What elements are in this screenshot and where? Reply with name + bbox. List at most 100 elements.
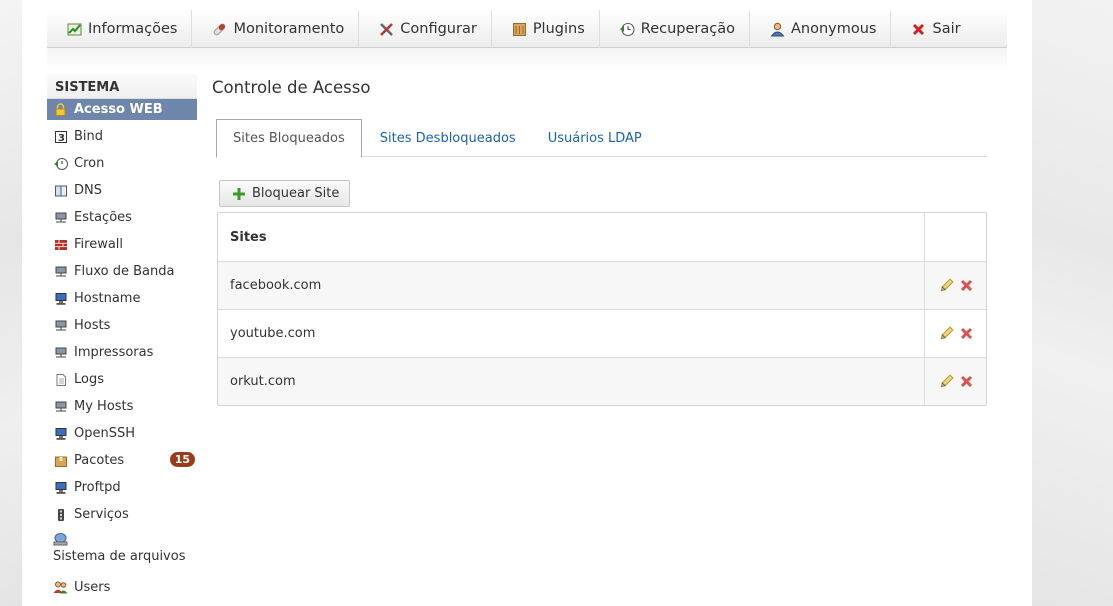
pacotes-count-badge: 15 <box>169 452 195 467</box>
bloquear-site-button[interactable]: Bloquear Site <box>219 180 351 207</box>
edit-icon[interactable] <box>939 374 954 389</box>
sidebar-item-label: Fluxo de Banda <box>74 264 175 279</box>
top-navigation: Informações Monitoramento Configurar Plu… <box>47 10 1007 48</box>
column-header-sites: Sites <box>218 213 925 261</box>
sidebar-item-label: Pacotes <box>74 453 125 468</box>
tab-sites-desbloqueados[interactable]: Sites Desbloqueados <box>364 119 532 157</box>
network-icon <box>53 399 68 414</box>
nav-sair[interactable]: Sair <box>891 10 974 48</box>
users-icon <box>53 580 68 595</box>
nav-monitoramento[interactable]: Monitoramento <box>192 10 360 48</box>
tools-icon <box>379 22 394 37</box>
sidebar-item-hosts[interactable]: Hosts <box>47 312 197 339</box>
nav-recuperacao[interactable]: Recuperação <box>600 10 750 48</box>
sidebar-item-estacoes[interactable]: Estações <box>47 204 197 231</box>
sidebar-item-label: Sistema de arquivos <box>53 549 186 564</box>
sidebar-item-sistema-de-arquivos[interactable]: Sistema de arquivos <box>47 528 197 574</box>
sidebar-item-label: Bind <box>74 129 104 144</box>
sidebar-item-impressoras[interactable]: Impressoras <box>47 339 197 366</box>
site-cell: youtube.com <box>218 310 925 357</box>
sidebar-item-label: Cron <box>74 156 105 171</box>
nav-informacoes[interactable]: Informações <box>47 10 193 48</box>
tab-usuarios-ldap[interactable]: Usuários LDAP <box>532 119 658 157</box>
sidebar-item-pacotes[interactable]: Pacotes 15 <box>47 447 197 474</box>
sidebar-item-cron[interactable]: Cron <box>47 150 197 177</box>
table-row: youtube.com <box>218 309 986 357</box>
sidebar-item-label: Firewall <box>74 237 124 252</box>
background-right <box>1032 0 1113 606</box>
nav-label: Anonymous <box>790 21 877 37</box>
sidebar-title: SISTEMA <box>47 74 197 99</box>
sidebar-item-hostname[interactable]: Hostname <box>47 285 197 312</box>
disk-icon <box>53 532 68 547</box>
background-left <box>0 0 22 606</box>
computer-icon <box>53 480 68 495</box>
row-actions <box>925 358 986 405</box>
nav-configurar[interactable]: Configurar <box>359 10 492 48</box>
row-actions <box>925 310 986 357</box>
nav-plugins[interactable]: Plugins <box>492 10 600 48</box>
plus-icon <box>231 186 246 201</box>
computer-icon <box>53 291 68 306</box>
nav-label: Informações <box>88 21 178 37</box>
sidebar-item-logs[interactable]: Logs <box>47 366 197 393</box>
traffic-light-icon <box>53 507 68 522</box>
edit-icon[interactable] <box>939 278 954 293</box>
delete-icon[interactable] <box>960 279 973 292</box>
box-icon <box>512 22 527 37</box>
nav-anonymous[interactable]: Anonymous <box>750 10 892 48</box>
sidebar-item-label: Proftpd <box>74 480 121 495</box>
sidebar-item-bind[interactable]: 3 Bind <box>47 123 197 150</box>
tab-sites-bloqueados[interactable]: Sites Bloqueados <box>216 119 362 158</box>
document-icon <box>53 372 68 387</box>
restore-clock-icon <box>619 22 635 37</box>
sidebar-item-label: Acesso WEB <box>74 102 163 117</box>
sidebar-item-label: Estações <box>74 210 132 225</box>
sidebar-item-firewall[interactable]: Firewall <box>47 231 197 258</box>
table-row: facebook.com <box>218 261 986 309</box>
sidebar-item-label: Serviços <box>74 507 129 522</box>
edit-icon[interactable] <box>939 326 954 341</box>
network-icon <box>53 318 68 333</box>
delete-icon[interactable] <box>960 327 973 340</box>
sidebar-item-openssh[interactable]: OpenSSH <box>47 420 197 447</box>
column-header-actions <box>925 213 986 261</box>
sidebar-item-fluxo-de-banda[interactable]: Fluxo de Banda <box>47 258 197 285</box>
bind-icon: 3 <box>53 129 68 144</box>
site-cell: orkut.com <box>218 358 925 405</box>
sidebar-item-servicos[interactable]: Serviços <box>47 501 197 528</box>
delete-icon[interactable] <box>960 375 973 388</box>
svg-text:3: 3 <box>58 133 65 144</box>
nav-label: Sair <box>932 21 961 37</box>
sidebar-item-label: Logs <box>74 372 104 387</box>
nav-label: Monitoramento <box>233 21 345 37</box>
tab-bar: Sites Bloqueados Sites Desbloqueados Usu… <box>216 119 987 158</box>
sidebar-item-label: Hosts <box>74 318 111 333</box>
sidebar-item-label: OpenSSH <box>74 426 136 441</box>
user-icon <box>770 22 785 37</box>
close-icon <box>911 22 926 37</box>
brick-wall-icon <box>53 237 68 252</box>
sidebar-item-acesso-web[interactable]: Acesso WEB <box>47 99 197 120</box>
computer-icon <box>53 426 68 441</box>
nav-label: Configurar <box>400 21 477 37</box>
sidebar-item-label: Users <box>74 580 111 595</box>
page-title: Controle de Acesso <box>212 78 371 97</box>
nav-label: Plugins <box>532 21 585 37</box>
network-icon <box>53 264 68 279</box>
sidebar-item-proftpd[interactable]: Proftpd <box>47 474 197 501</box>
network-icon <box>53 210 68 225</box>
sidebar-item-users[interactable]: Users <box>47 574 197 601</box>
sidebar-item-my-hosts[interactable]: My Hosts <box>47 393 197 420</box>
table-header-row: Sites <box>218 213 986 261</box>
main-content: Controle de Acesso Sites Bloqueados Site… <box>212 78 992 406</box>
pill-icon <box>212 22 227 37</box>
page-container: Informações Monitoramento Configurar Plu… <box>22 0 1032 606</box>
sidebar-item-label: DNS <box>74 183 102 198</box>
row-actions <box>925 262 986 309</box>
sidebar-item-label: Hostname <box>74 291 141 306</box>
sites-table: Sites facebook.com youtube.com orkut.com <box>217 212 987 406</box>
sidebar-item-label: My Hosts <box>74 399 134 414</box>
chart-up-icon <box>67 22 82 37</box>
sidebar-item-dns[interactable]: DNS <box>47 177 197 204</box>
